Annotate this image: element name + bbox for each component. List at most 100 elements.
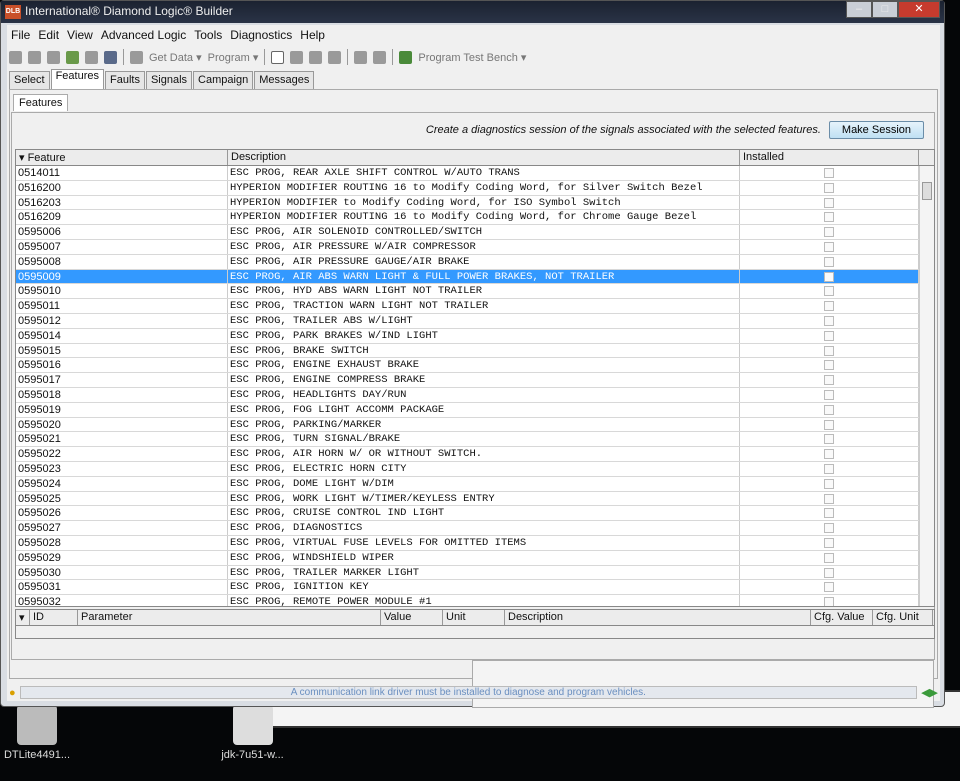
column-header-cfg-value[interactable]: Cfg. Value xyxy=(811,610,873,625)
table-row[interactable]: 0595021 ESC PROG, TURN SIGNAL/BRAKE xyxy=(16,432,934,448)
table-row[interactable]: 0595019 ESC PROG, FOG LIGHT ACCOMM PACKAG… xyxy=(16,402,934,418)
table-row[interactable]: 0595018 ESC PROG, HEADLIGHTS DAY/RUN xyxy=(16,387,934,403)
tab-campaign[interactable]: Campaign xyxy=(193,71,254,89)
sync-icon[interactable] xyxy=(66,50,79,64)
stop-icon[interactable] xyxy=(290,50,304,64)
installed-checkbox[interactable] xyxy=(824,508,834,519)
installed-checkbox[interactable] xyxy=(824,493,834,504)
tag-icon[interactable] xyxy=(373,50,387,64)
save-icon[interactable] xyxy=(47,50,60,64)
installed-checkbox[interactable] xyxy=(824,360,834,371)
installed-checkbox[interactable] xyxy=(824,419,834,430)
subtab-features[interactable]: Features xyxy=(13,94,69,111)
maximize-button[interactable]: □ xyxy=(872,1,898,18)
table-row[interactable]: 0595024 ESC PROG, DOME LIGHT W/DIM xyxy=(16,476,934,492)
column-header-installed[interactable]: Installed xyxy=(740,150,919,165)
tab-messages[interactable]: Messages xyxy=(254,71,315,89)
column-header-parameter[interactable]: Parameter xyxy=(78,610,381,625)
desktop-icon-dtlite[interactable]: DTLite4491... xyxy=(2,705,72,761)
column-header-value[interactable]: Value xyxy=(381,610,443,625)
installed-checkbox[interactable] xyxy=(824,345,834,356)
column-header-feature[interactable]: ▾ Feature xyxy=(16,150,228,165)
installed-checkbox[interactable] xyxy=(824,463,834,474)
program-button[interactable]: Program ▾ xyxy=(208,51,259,64)
table-row[interactable]: 0595014 ESC PROG, PARK BRAKES W/IND LIGHT xyxy=(16,328,934,344)
eraser-icon[interactable] xyxy=(354,50,368,64)
installed-checkbox[interactable] xyxy=(824,182,834,193)
filter-icon[interactable]: ▾ xyxy=(16,610,30,625)
table-row[interactable]: 0516200 HYPERION MODIFIER ROUTING 16 to M… xyxy=(16,180,934,196)
installed-checkbox[interactable] xyxy=(824,271,834,282)
menu-tools[interactable]: Tools xyxy=(190,27,226,45)
tab-signals[interactable]: Signals xyxy=(145,71,193,89)
installed-checkbox[interactable] xyxy=(824,301,834,312)
installed-checkbox[interactable] xyxy=(824,197,834,208)
menu-diagnostics[interactable]: Diagnostics xyxy=(226,27,296,45)
installed-checkbox[interactable] xyxy=(824,256,834,267)
installed-checkbox[interactable] xyxy=(824,227,834,238)
installed-checkbox[interactable] xyxy=(824,212,834,223)
bug-icon[interactable] xyxy=(309,50,323,64)
installed-checkbox[interactable] xyxy=(824,597,834,606)
new-icon[interactable] xyxy=(9,50,22,64)
table-row[interactable]: 0595015 ESC PROG, BRAKE SWITCH xyxy=(16,343,934,359)
table-row[interactable]: 0595020 ESC PROG, PARKING/MARKER xyxy=(16,417,934,433)
column-header-cfg-unit[interactable]: Cfg. Unit xyxy=(873,610,933,625)
installed-checkbox[interactable] xyxy=(824,434,834,445)
menu-advanced-logic[interactable]: Advanced Logic xyxy=(97,27,190,45)
minimize-button[interactable]: – xyxy=(846,1,872,18)
table-row[interactable]: 0595029 ESC PROG, WINDSHIELD WIPER xyxy=(16,550,934,566)
table-row[interactable]: 0595022 ESC PROG, AIR HORN W/ OR WITHOUT … xyxy=(16,447,934,462)
table-row[interactable]: 0595012 ESC PROG, TRAILER ABS W/LIGHT xyxy=(16,313,934,329)
table-row[interactable]: 0516203 HYPERION MODIFIER to Modify Codin… xyxy=(16,195,934,211)
tab-select[interactable]: Select xyxy=(9,71,50,89)
table-row[interactable]: 0595028 ESC PROG, VIRTUAL FUSE LEVELS FOR… xyxy=(16,535,934,551)
table-row[interactable]: 0595026 ESC PROG, CRUISE CONTROL IND LIGH… xyxy=(16,506,934,522)
installed-checkbox[interactable] xyxy=(824,523,834,534)
table-row[interactable]: 0595025 ESC PROG, WORK LIGHT W/TIMER/KEYL… xyxy=(16,491,934,507)
table-row[interactable]: 0595008 ESC PROG, AIR PRESSURE GAUGE/AIR … xyxy=(16,254,934,270)
table-row[interactable]: 0595030 ESC PROG, TRAILER MARKER LIGHT xyxy=(16,565,934,581)
menu-view[interactable]: View xyxy=(63,27,97,45)
column-header-unit[interactable]: Unit xyxy=(443,610,505,625)
menu-edit[interactable]: Edit xyxy=(34,27,63,45)
installed-checkbox[interactable] xyxy=(824,315,834,326)
program-test-bench-button[interactable]: Program Test Bench ▾ xyxy=(418,51,526,64)
installed-checkbox[interactable] xyxy=(824,330,834,341)
scrollbar-thumb[interactable] xyxy=(922,182,932,200)
test-bench-icon[interactable] xyxy=(399,50,413,64)
table-row[interactable]: 0595011 ESC PROG, TRACTION WARN LIGHT NOT… xyxy=(16,299,934,314)
table-row[interactable]: 0595017 ESC PROG, ENGINE COMPRESS BRAKE xyxy=(16,373,934,388)
column-header-id[interactable]: ID xyxy=(30,610,78,625)
bug-alt-icon[interactable] xyxy=(328,50,342,64)
desktop-icon-jdk[interactable]: jdk-7u51-w... xyxy=(215,705,290,761)
installed-checkbox[interactable] xyxy=(824,449,834,460)
menu-help[interactable]: Help xyxy=(296,27,329,45)
installed-checkbox[interactable] xyxy=(824,168,834,178)
installed-checkbox[interactable] xyxy=(824,537,834,548)
table-row[interactable]: 0595032 ESC PROG, REMOTE POWER MODULE #1 xyxy=(16,595,934,606)
table-row[interactable]: 0595006 ESC PROG, AIR SOLENOID CONTROLLED… xyxy=(16,225,934,240)
open-icon[interactable] xyxy=(28,50,41,64)
installed-checkbox[interactable] xyxy=(824,286,834,297)
refresh-icon[interactable] xyxy=(85,50,98,64)
tab-features[interactable]: Features xyxy=(50,69,104,89)
make-session-button[interactable]: Make Session xyxy=(828,121,924,139)
installed-checkbox[interactable] xyxy=(824,241,834,252)
column-header-description[interactable]: Description xyxy=(228,150,740,165)
get-data-button[interactable]: Get Data ▾ xyxy=(149,51,202,64)
document-icon[interactable] xyxy=(271,50,285,64)
table-row[interactable]: 0516209 HYPERION MODIFIER ROUTING 16 to M… xyxy=(16,210,934,226)
installed-checkbox[interactable] xyxy=(824,478,834,489)
close-button[interactable]: ✕ xyxy=(898,1,940,18)
installed-checkbox[interactable] xyxy=(824,375,834,386)
table-row[interactable]: 0514011 ESC PROG, REAR AXLE SHIFT CONTROL… xyxy=(16,166,934,181)
tab-faults[interactable]: Faults xyxy=(105,71,145,89)
print-icon[interactable] xyxy=(104,50,117,64)
installed-checkbox[interactable] xyxy=(824,404,834,415)
installed-checkbox[interactable] xyxy=(824,389,834,400)
table-row[interactable]: 0595027 ESC PROG, DIAGNOSTICS xyxy=(16,521,934,536)
column-header-description[interactable]: Description xyxy=(505,610,811,625)
vertical-scrollbar[interactable] xyxy=(919,166,934,606)
installed-checkbox[interactable] xyxy=(824,582,834,593)
